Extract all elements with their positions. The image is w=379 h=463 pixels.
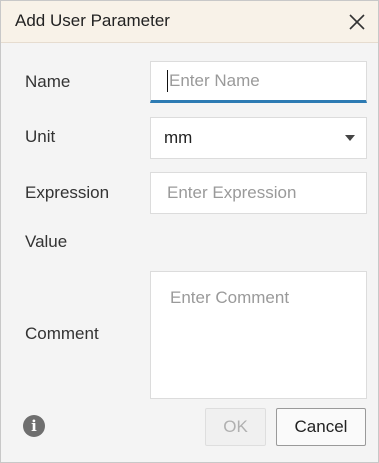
ok-button[interactable]: OK (205, 408, 266, 446)
close-button[interactable] (342, 7, 372, 37)
text-caret (167, 70, 168, 92)
dialog-title: Add User Parameter (15, 11, 170, 30)
add-user-parameter-dialog: Add User Parameter Name Enter Name Unit … (0, 0, 379, 463)
value-label: Value (25, 232, 68, 251)
unit-label: Unit (25, 127, 56, 146)
name-label: Name (25, 72, 71, 91)
info-glyph: i (31, 417, 37, 435)
expression-placeholder: Enter Expression (167, 183, 297, 202)
chevron-down-icon (345, 135, 355, 141)
unit-select[interactable]: mm (150, 117, 367, 159)
info-icon[interactable]: i (23, 415, 45, 437)
name-placeholder: Enter Name (169, 71, 260, 90)
expression-input[interactable]: Enter Expression (150, 172, 367, 214)
name-input[interactable]: Enter Name (150, 61, 367, 103)
comment-textarea[interactable]: Enter Comment (150, 271, 367, 399)
expression-label: Expression (25, 183, 110, 202)
comment-label: Comment (25, 324, 99, 343)
comment-placeholder: Enter Comment (170, 288, 290, 307)
close-icon (349, 14, 365, 30)
cancel-button[interactable]: Cancel (276, 408, 366, 446)
dialog-titlebar: Add User Parameter (1, 1, 378, 43)
unit-selected-value: mm (164, 128, 193, 147)
